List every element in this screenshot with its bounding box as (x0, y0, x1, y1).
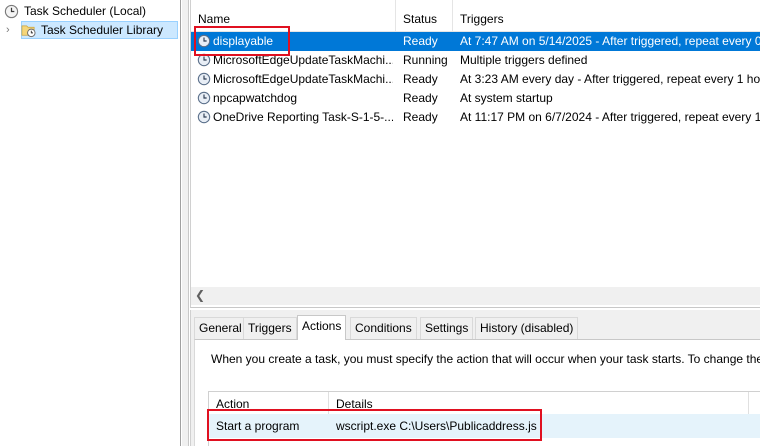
task-list: Name Status Triggers displayable Ready A… (190, 0, 760, 308)
clock-icon (197, 72, 211, 86)
clock-icon (197, 91, 211, 105)
navigation-tree: Task Scheduler (Local) › Task Scheduler … (0, 0, 181, 446)
column-header-action[interactable]: Action (209, 392, 329, 414)
task-row[interactable]: npcapwatchdog Ready At system startup (191, 89, 760, 108)
column-header-details[interactable]: Details (329, 392, 749, 414)
tree-library-label: Task Scheduler Library (41, 23, 164, 37)
task-triggers: Multiple triggers defined (460, 53, 588, 67)
task-row[interactable]: MicrosoftEdgeUpdateTaskMachi... Running … (191, 51, 760, 70)
clock-icon (197, 34, 211, 48)
tab-conditions[interactable]: Conditions (350, 317, 417, 339)
tab-general[interactable]: General (194, 317, 247, 339)
task-name: MicrosoftEdgeUpdateTaskMachi... (213, 53, 393, 67)
task-triggers: At 3:23 AM every day - After triggered, … (460, 72, 760, 86)
task-triggers: At system startup (460, 91, 553, 105)
task-status: Running (403, 53, 448, 67)
actions-tab-panel: When you create a task, you must specify… (194, 339, 760, 446)
task-name: displayable (213, 34, 274, 48)
horizontal-scrollbar[interactable]: ❮ (191, 287, 760, 305)
task-list-header: Name Status Triggers (191, 0, 760, 32)
task-name: OneDrive Reporting Task-S-1-5-... (213, 110, 393, 124)
task-status: Ready (403, 34, 438, 48)
task-name: MicrosoftEdgeUpdateTaskMachi... (213, 72, 393, 86)
task-name: npcapwatchdog (213, 91, 298, 105)
task-triggers: At 11:17 PM on 6/7/2024 - After triggere… (460, 110, 760, 124)
task-status: Ready (403, 110, 438, 124)
action-details: wscript.exe C:\Users\Publicaddress.js (336, 419, 537, 433)
tab-history[interactable]: History (disabled) (475, 317, 579, 339)
pane-splitter[interactable] (182, 0, 189, 446)
tab-triggers[interactable]: Triggers (243, 317, 297, 339)
tab-actions[interactable]: Actions (297, 315, 347, 340)
task-status: Ready (403, 91, 438, 105)
chevron-right-icon[interactable]: › (6, 24, 16, 36)
actions-description: When you create a task, you must specify… (211, 352, 760, 366)
task-details-pane: General Triggers Actions Conditions Sett… (190, 310, 760, 446)
action-row[interactable]: Start a program wscript.exe C:\Users\Pub… (209, 414, 760, 438)
task-scheduler-clock-icon (4, 4, 19, 18)
tab-settings[interactable]: Settings (420, 317, 474, 339)
clock-icon (197, 110, 211, 124)
column-header-triggers[interactable]: Triggers (453, 0, 760, 32)
task-status: Ready (403, 72, 438, 86)
task-row[interactable]: OneDrive Reporting Task-S-1-5-... Ready … (191, 108, 760, 127)
action-type: Start a program (216, 419, 300, 433)
clock-icon (197, 53, 211, 67)
task-row[interactable]: MicrosoftEdgeUpdateTaskMachi... Ready At… (191, 70, 760, 89)
tree-item-task-scheduler-local[interactable]: Task Scheduler (Local) (4, 2, 146, 20)
task-row-displayable[interactable]: displayable Ready At 7:47 AM on 5/14/202… (191, 32, 760, 51)
tree-item-task-scheduler-library[interactable]: › Task Scheduler Library (6, 21, 178, 39)
column-header-name[interactable]: Name (191, 0, 396, 32)
chevron-left-icon[interactable]: ❮ (195, 288, 205, 302)
column-header-status[interactable]: Status (396, 0, 453, 32)
task-triggers: At 7:47 AM on 5/14/2025 - After triggere… (460, 34, 760, 48)
actions-table: Action Details Start a program wscript.e… (207, 391, 760, 446)
tree-root-label: Task Scheduler (Local) (24, 4, 147, 18)
folder-clock-icon (21, 24, 36, 37)
